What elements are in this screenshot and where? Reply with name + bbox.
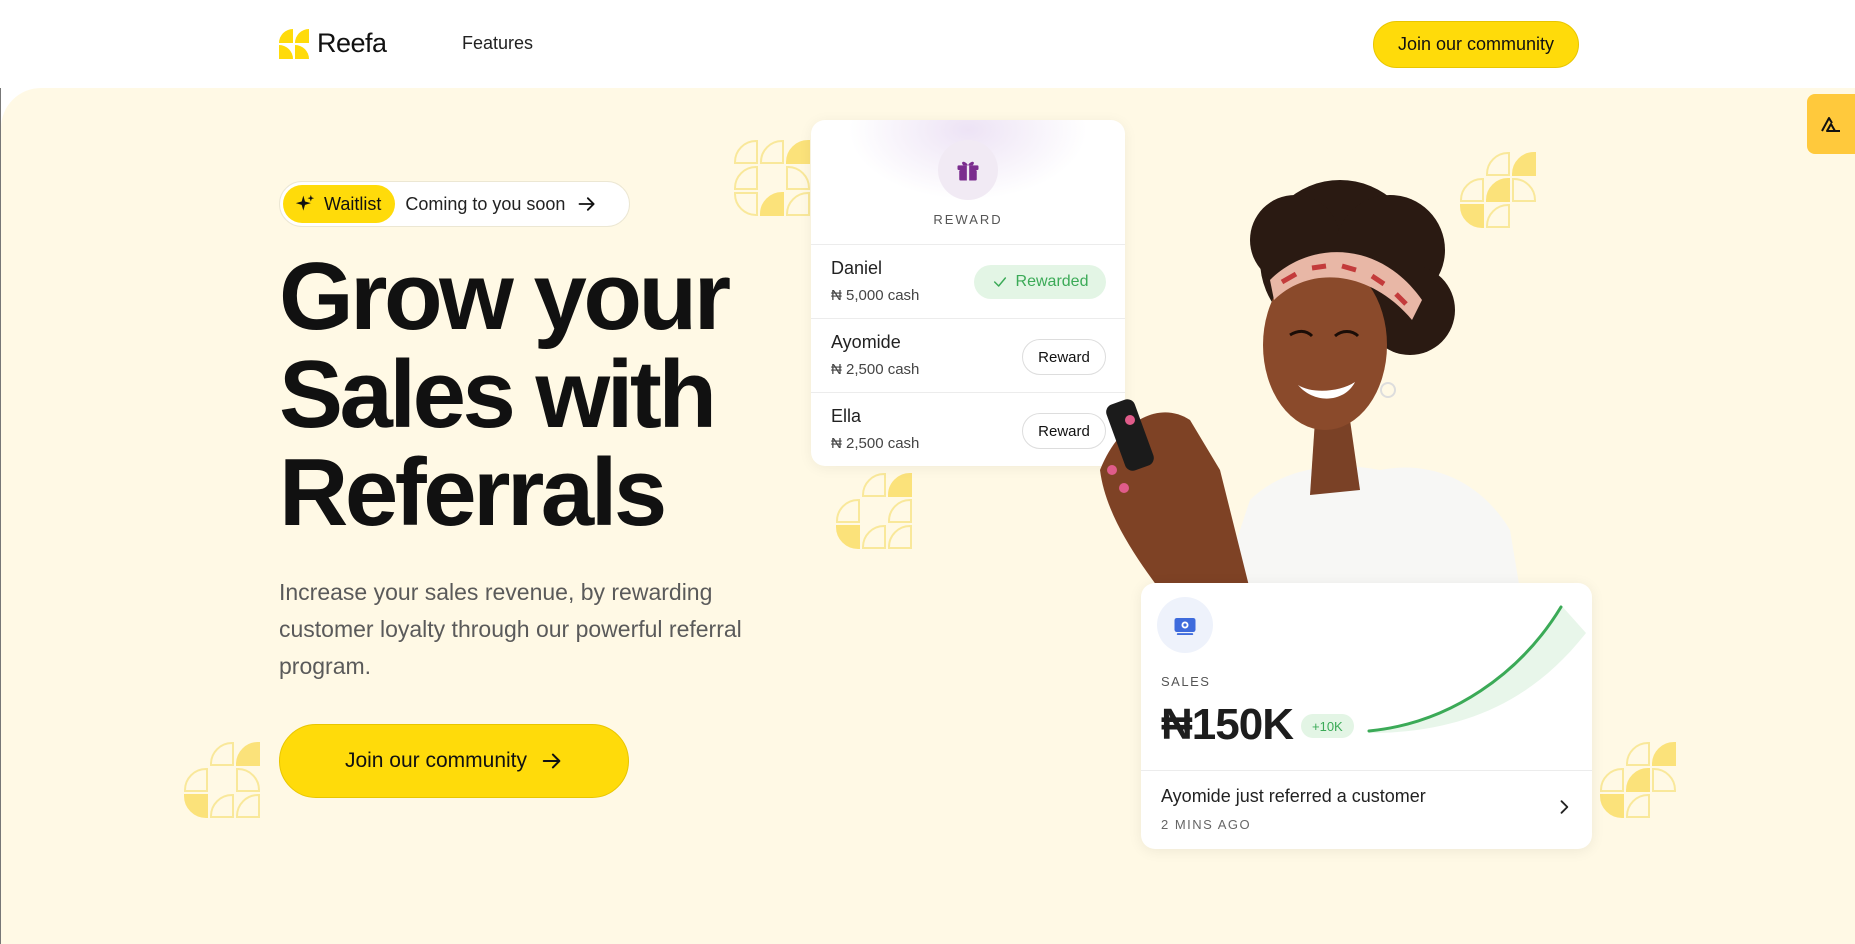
reward-row-amount: ₦ 5,000 cash (831, 287, 920, 304)
waitlist-badge: Waitlist (283, 185, 396, 223)
decorative-tiles (734, 140, 814, 220)
decorative-tiles (836, 473, 916, 553)
sales-card: SALES ₦150K +10K Ayomide just referred a… (1141, 583, 1592, 849)
woman-with-phone-image (1100, 180, 1520, 590)
decorative-tiles (1600, 742, 1680, 822)
waitlist-pill[interactable]: Waitlist Coming to you soon (279, 181, 630, 227)
sales-trend-chart (1367, 605, 1586, 733)
hero-join-community-button[interactable]: Join our community (279, 724, 629, 798)
waitlist-text: Coming to you soon (405, 193, 566, 214)
arrow-right-icon (577, 194, 597, 214)
brand-name: Reefa (317, 28, 387, 58)
brand-logo[interactable]: Reefa (279, 28, 387, 59)
check-icon (993, 277, 1006, 287)
reefa-logo-icon (279, 28, 309, 59)
gift-icon (938, 140, 998, 200)
cash-icon (1157, 597, 1213, 653)
sales-change-badge: +10K (1301, 714, 1354, 738)
reward-row-amount: ₦ 2,500 cash (831, 435, 920, 452)
hero-cta-label: Join our community (344, 749, 528, 772)
reward-row-name: Ella (831, 406, 862, 426)
activity-time: 2 MINS AGO (1161, 817, 1252, 832)
side-logo-icon (1821, 117, 1840, 132)
reward-row-amount: ₦ 2,500 cash (831, 361, 920, 378)
chevron-right-icon[interactable] (1554, 797, 1574, 817)
headline-line: Sales with (279, 341, 717, 448)
decorative-tiles (184, 742, 264, 822)
hero-headline: Grow your Sales with Referrals (279, 248, 799, 542)
top-nav: Reefa Features Join our community (0, 0, 1855, 88)
waitlist-badge-label: Waitlist (324, 193, 382, 214)
side-widget-tab[interactable] (1807, 94, 1855, 154)
arrow-right-icon (542, 753, 561, 769)
sales-value: ₦150K (1161, 700, 1294, 749)
reward-row-name: Daniel (831, 258, 883, 278)
hero-subtext: Increase your sales revenue, by rewardin… (279, 579, 742, 679)
nav-link-features[interactable]: Features (462, 33, 533, 54)
reward-row-name: Ayomide (831, 332, 901, 352)
sales-label: SALES (1161, 674, 1211, 689)
headline-line: Referrals (279, 439, 667, 546)
activity-text[interactable]: Ayomide just referred a customer (1161, 786, 1426, 807)
nav-join-community-button[interactable]: Join our community (1373, 21, 1579, 68)
sparkle-icon (295, 194, 315, 211)
headline-line: Grow your (279, 243, 731, 350)
